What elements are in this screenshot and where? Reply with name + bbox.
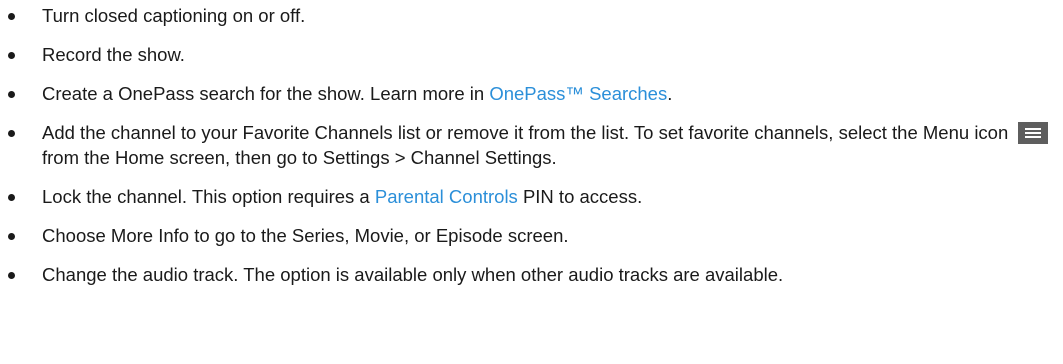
item-text: . — [667, 83, 673, 104]
list-item: Add the channel to your Favorite Channel… — [0, 120, 1063, 170]
bullet-icon — [8, 52, 15, 59]
list-item: Change the audio track. The option is av… — [0, 262, 1063, 287]
bullet-icon — [8, 272, 15, 279]
bullet-icon — [8, 130, 15, 137]
item-text: Turn closed captioning on or off. — [42, 5, 306, 26]
item-text: from the Home screen, then go to Setting… — [42, 147, 557, 168]
item-text: Choose More Info to go to the Series, Mo… — [42, 225, 569, 246]
bullet-icon — [8, 194, 15, 201]
item-text: Add the channel to your Favorite Channel… — [42, 122, 1009, 143]
list-item: Lock the channel. This option requires a… — [0, 184, 1063, 209]
list-item: Choose More Info to go to the Series, Mo… — [0, 223, 1063, 248]
bullet-icon — [8, 233, 15, 240]
options-bullet-list: Turn closed captioning on or off. Record… — [0, 3, 1063, 287]
bullet-icon — [8, 91, 15, 98]
menu-icon — [1018, 122, 1049, 144]
parental-controls-link[interactable]: Parental Controls — [375, 186, 518, 207]
item-text: Create a OnePass search for the show. Le… — [42, 83, 490, 104]
onepass-searches-link[interactable]: OnePass™ Searches — [489, 83, 667, 104]
item-text: PIN to access. — [517, 186, 643, 207]
bullet-icon — [8, 13, 15, 20]
list-item: Turn closed captioning on or off. — [0, 3, 1063, 28]
list-item: Create a OnePass search for the show. Le… — [0, 81, 1063, 106]
list-item: Record the show. — [0, 42, 1063, 67]
item-text: Record the show. — [42, 44, 185, 65]
item-text: Lock the channel. This option requires a — [42, 186, 375, 207]
item-text: Change the audio track. The option is av… — [42, 264, 784, 285]
